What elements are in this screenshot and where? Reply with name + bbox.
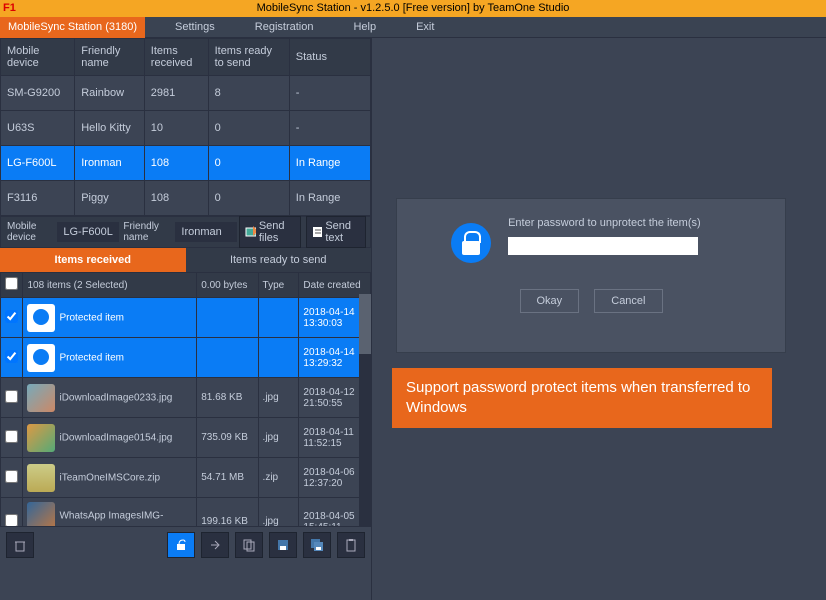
send-text-button[interactable]: Send text <box>306 216 366 248</box>
device-row[interactable]: LG-F600LIronman1080In Range <box>1 146 371 181</box>
tabbar: Items received Items ready to send <box>0 248 371 272</box>
copy-button[interactable] <box>235 532 263 558</box>
tab-items-received[interactable]: Items received <box>0 248 186 272</box>
file-row[interactable]: Protected item2018-04-14 13:30:03 <box>1 298 371 338</box>
checkbox-all[interactable] <box>5 277 18 290</box>
th-status: Status <box>289 39 370 76</box>
file-checkbox[interactable] <box>5 470 18 483</box>
lock-icon <box>27 304 55 332</box>
copy-icon <box>242 538 256 552</box>
file-row[interactable]: Protected item2018-04-14 13:29:32 <box>1 338 371 378</box>
titlebar-text: MobileSync Station - v1.2.5.0 [Free vers… <box>257 2 570 14</box>
file-checkbox[interactable] <box>5 430 18 443</box>
password-dialog: Enter password to unprotect the item(s) … <box>396 198 786 353</box>
menu-active[interactable]: MobileSync Station (3180) <box>0 17 145 38</box>
scrollbar-thumb[interactable] <box>359 294 371 354</box>
th-size[interactable]: 0.00 bytes <box>197 273 258 298</box>
file-row[interactable]: iDownloadImage0233.jpg81.68 KB.jpg2018-0… <box>1 378 371 418</box>
file-row[interactable]: iDownloadImage0154.jpg735.09 KB.jpg2018-… <box>1 418 371 458</box>
device-table: Mobile device Friendly name Items receiv… <box>0 38 371 216</box>
file-checkbox[interactable] <box>5 310 18 323</box>
file-thumb <box>27 384 55 412</box>
menu-help[interactable]: Help <box>343 18 386 36</box>
th-device: Mobile device <box>1 39 75 76</box>
delete-button[interactable] <box>6 532 34 558</box>
callout: Support password protect items when tran… <box>392 368 772 428</box>
th-type[interactable]: Type <box>258 273 299 298</box>
trash-icon <box>13 538 27 552</box>
floppy-multi-icon <box>310 538 324 552</box>
th-ready: Items ready to send <box>208 39 289 76</box>
infobar-fn-value: Ironman <box>175 222 237 242</box>
save-as-button[interactable] <box>269 532 297 558</box>
th-summary[interactable]: 108 items (2 Selected) <box>23 273 197 298</box>
unlock-icon <box>451 223 491 263</box>
file-checkbox[interactable] <box>5 390 18 403</box>
send-files-button[interactable]: Send files <box>239 216 301 248</box>
menubar: MobileSync Station (3180) Settings Regis… <box>0 17 826 38</box>
file-table: 108 items (2 Selected) 0.00 bytes Type D… <box>0 272 371 526</box>
dialog-message: Enter password to unprotect the item(s) <box>508 217 701 229</box>
clipboard-button[interactable] <box>337 532 365 558</box>
infobar-dev-value: LG-F600L <box>57 222 119 242</box>
device-row[interactable]: U63SHello Kitty100- <box>1 111 371 146</box>
th-received: Items received <box>144 39 208 76</box>
device-row[interactable]: SM-G9200Rainbow29818- <box>1 76 371 111</box>
cancel-button[interactable]: Cancel <box>594 289 662 313</box>
file-toolbar <box>0 526 371 562</box>
scrollbar[interactable] <box>359 294 371 526</box>
password-input[interactable] <box>508 237 698 255</box>
file-checkbox[interactable] <box>5 350 18 363</box>
file-scroll: 108 items (2 Selected) 0.00 bytes Type D… <box>0 272 371 526</box>
menu-registration[interactable]: Registration <box>245 18 324 36</box>
th-friendly: Friendly name <box>75 39 145 76</box>
menu-settings[interactable]: Settings <box>165 18 225 36</box>
device-row[interactable]: F3116Piggy1080In Range <box>1 181 371 216</box>
menu-exit[interactable]: Exit <box>406 18 444 36</box>
arrow-right-icon <box>208 538 222 552</box>
save-all-button[interactable] <box>303 532 331 558</box>
send-text-icon <box>312 225 322 239</box>
clipboard-icon <box>344 538 358 552</box>
unlock-button[interactable] <box>167 532 195 558</box>
titlebar: F1 MobileSync Station - v1.2.5.0 [Free v… <box>0 0 826 17</box>
file-row[interactable]: iTeamOneIMSCore.zip54.71 MB.zip2018-04-0… <box>1 458 371 498</box>
ok-button[interactable]: Okay <box>520 289 580 313</box>
lock-icon <box>27 344 55 372</box>
send-files-icon <box>245 225 255 239</box>
th-checkbox[interactable] <box>1 273 23 298</box>
lock-icon <box>174 538 188 552</box>
file-thumb <box>27 424 55 452</box>
export-button[interactable] <box>201 532 229 558</box>
device-infobar: Mobile device LG-F600L Friendly name Iro… <box>0 216 371 248</box>
infobar-fn-label: Friendly name <box>121 221 173 243</box>
file-row[interactable]: WhatsApp ImagesIMG-20180405-WA0004.jpg19… <box>1 498 371 527</box>
tab-items-ready[interactable]: Items ready to send <box>186 248 372 272</box>
file-thumb <box>27 502 55 526</box>
file-thumb <box>27 464 55 492</box>
titlebar-corner: F1 <box>3 0 16 17</box>
file-checkbox[interactable] <box>5 514 18 527</box>
floppy-icon <box>276 538 290 552</box>
infobar-dev-label: Mobile device <box>5 221 55 243</box>
